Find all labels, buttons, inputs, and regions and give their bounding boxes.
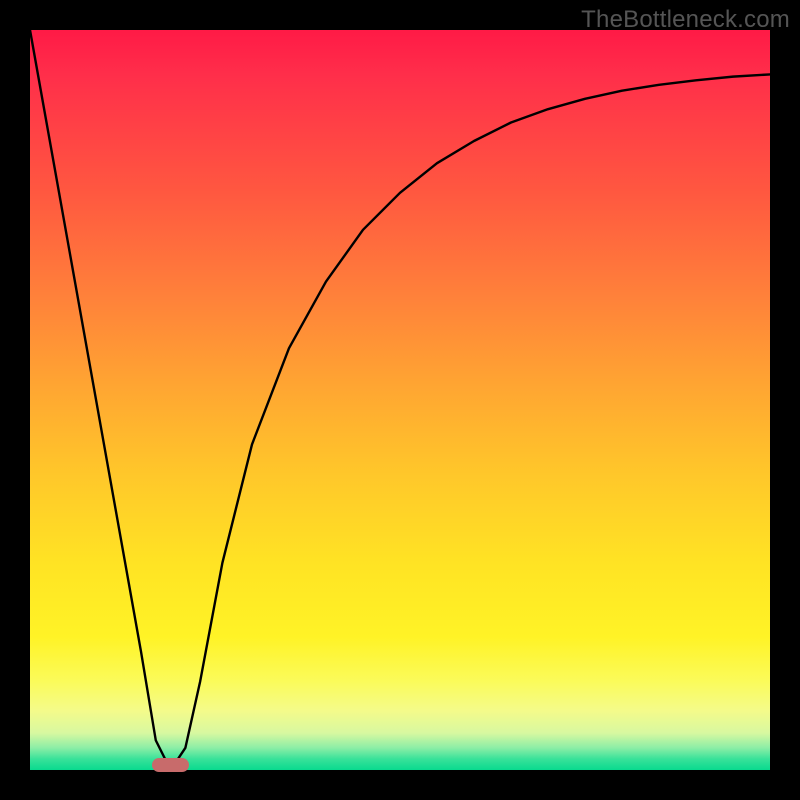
- chart-frame: TheBottleneck.com: [0, 0, 800, 800]
- bottleneck-curve: [30, 30, 770, 770]
- optimal-marker: [152, 758, 190, 772]
- plot-area: [30, 30, 770, 770]
